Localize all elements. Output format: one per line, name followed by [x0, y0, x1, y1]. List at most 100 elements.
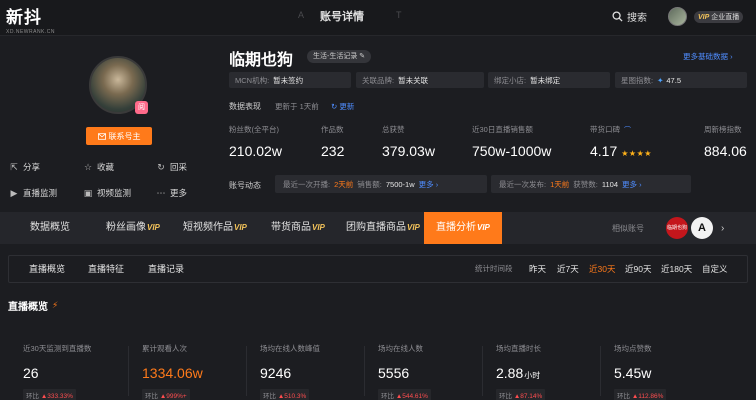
- search-button[interactable]: 搜索: [612, 9, 647, 24]
- tab-live-analysis[interactable]: 直播分析VIP: [424, 212, 502, 244]
- stat-works: 作品数 232: [321, 124, 344, 159]
- tab-label: 带货商品: [271, 222, 311, 233]
- stat-label: 带货口碑: [590, 125, 620, 134]
- subtab-live-records[interactable]: 直播记录: [148, 256, 184, 282]
- performance-label: 数据表现: [229, 102, 261, 111]
- user-avatar[interactable]: [668, 7, 687, 26]
- divider: [482, 346, 483, 396]
- stat-reputation: 带货口碑 ⌒ 4.17 ★★★★: [590, 124, 652, 159]
- overview-label: 累计观看人次: [142, 344, 187, 353]
- stat-value: 379.03w: [382, 143, 435, 159]
- overview-label: 场均在线人数峰值: [260, 344, 320, 353]
- more-basic-data-label: 更多基础数据: [683, 52, 728, 61]
- publish-prefix: 最近一次发布:: [499, 179, 547, 189]
- overview-value-text: 1334.06w: [142, 365, 203, 381]
- refresh-label: 更新: [339, 102, 355, 111]
- contact-owner-button[interactable]: 联系号主: [86, 127, 152, 145]
- tab-data-overview[interactable]: 数据概览: [30, 212, 70, 244]
- share-button[interactable]: ⇱ 分享: [9, 161, 40, 173]
- publish-more-link[interactable]: 更多 ›: [622, 179, 642, 190]
- mcn-value: 暂未签约: [273, 75, 304, 85]
- recollect-button[interactable]: ↻ 回采: [156, 161, 187, 173]
- chevron-right-icon[interactable]: ›: [721, 223, 724, 234]
- star-outline-icon: ☆: [83, 162, 93, 172]
- range-7-days[interactable]: 近7天: [557, 256, 579, 282]
- stat-live-sales: 近30日直播销售额 750w-1000w: [472, 124, 551, 159]
- video-monitor-button[interactable]: ▣ 视频监测: [83, 187, 131, 199]
- live-sales-value: 7500-1w: [385, 179, 415, 189]
- range-yesterday[interactable]: 昨天: [529, 256, 546, 282]
- avatar-tag: 阅: [135, 101, 148, 114]
- likes-value: 1104: [601, 179, 618, 189]
- range-30-days[interactable]: 近30天: [589, 256, 615, 282]
- more-basic-data-link[interactable]: 更多基础数据 ›: [683, 51, 733, 62]
- range-90-days[interactable]: 近90天: [625, 256, 651, 282]
- category-tag[interactable]: 生活-生活记录 ✎: [307, 50, 372, 63]
- brand-info: 关联品牌: 暂未关联: [356, 72, 484, 88]
- overview-value: 9246: [260, 365, 320, 381]
- stat-label: 粉丝数(全平台): [229, 125, 279, 134]
- shop-key: 绑定小店:: [494, 75, 527, 85]
- live-dynamics: 最近一次开播: 2天前 销售额: 7500-1w 更多 ›: [275, 175, 487, 193]
- overview-change: 环比 ▲999%+: [142, 389, 190, 400]
- overview-value: 1334.06w: [142, 365, 203, 381]
- range-custom[interactable]: 自定义: [702, 256, 728, 282]
- trend-icon[interactable]: ⌒: [624, 127, 631, 134]
- video-monitor-icon: ▣: [83, 188, 93, 198]
- logo[interactable]: 新抖 XD.NEWRANK.CN: [6, 3, 55, 35]
- stat-likes: 总获赞 379.03w: [382, 124, 435, 159]
- vip-mark: VIP: [234, 223, 247, 232]
- contact-owner-label: 联系号主: [108, 131, 141, 141]
- tab-group-buy[interactable]: 团购直播商品VIP: [346, 212, 420, 244]
- change-value: 999%+: [166, 393, 187, 400]
- overview-label: 场均在线人数: [378, 344, 423, 353]
- publish-dynamics: 最近一次发布: 1天前 获赞数: 1104 更多 ›: [491, 175, 691, 193]
- publish-time: 1天前: [550, 179, 570, 189]
- stat-label: 近30日直播销售额: [472, 125, 533, 134]
- page-title: 账号详情: [320, 11, 364, 23]
- subtab-live-overview[interactable]: 直播概览: [29, 256, 65, 282]
- logo-text: 新抖: [6, 8, 42, 27]
- tab-goods[interactable]: 带货商品VIP: [271, 212, 325, 244]
- refresh-button[interactable]: ↻ 更新: [331, 101, 354, 112]
- range-label: 统计时间段: [475, 264, 513, 273]
- xingtu-icon: ✦: [657, 75, 664, 85]
- divider: [600, 346, 601, 396]
- more-label: 更多: [170, 188, 188, 198]
- change-value: 112.86%: [638, 393, 664, 400]
- live-monitor-button[interactable]: ▶ 直播监测: [9, 187, 57, 199]
- tab-fans-portrait[interactable]: 粉丝画像VIP: [106, 212, 160, 244]
- overview-avg-duration: 场均直播时长 2.88小时 环比 ▲87.14%: [496, 343, 546, 400]
- stat-value: 750w-1000w: [472, 143, 552, 159]
- subtab-live-features[interactable]: 直播特征: [88, 256, 124, 282]
- mail-icon: [97, 132, 106, 140]
- live-sales-key: 销售额:: [357, 179, 382, 189]
- change-prefix: 环比: [145, 393, 158, 400]
- shop-info: 绑定小店: 暂未绑定: [488, 72, 610, 88]
- likes-key: 获赞数:: [573, 179, 598, 189]
- sub-tabs: 直播概览 直播特征 直播记录 统计时间段 昨天 近7天 近30天 近90天 近1…: [8, 255, 748, 283]
- tab-short-video[interactable]: 短视频作品VIP: [183, 212, 247, 244]
- stat-label: 周新榜指数: [704, 125, 742, 134]
- overview-avg-online: 场均在线人数 5556 环比 ▲544.61%: [378, 343, 431, 400]
- search-icon: [612, 11, 623, 22]
- live-more-link[interactable]: 更多 ›: [419, 179, 439, 190]
- overview-value-text: 2.88: [496, 365, 524, 381]
- similar-account-avatar[interactable]: 临期也狗: [666, 217, 688, 239]
- more-button[interactable]: ⋯ 更多: [156, 187, 188, 199]
- overview-change: 环比 ▲112.86%: [614, 389, 667, 400]
- more-icon: ⋯: [156, 188, 166, 198]
- overview-value: 5556: [378, 365, 423, 381]
- favorite-button[interactable]: ☆ 收藏: [83, 161, 114, 173]
- xingtu-value: 47.5: [666, 75, 681, 85]
- overview-value-text: 5.45w: [614, 365, 652, 381]
- publish-more-label: 更多: [622, 179, 637, 189]
- vip-badge[interactable]: VIP 企业直播: [694, 11, 744, 23]
- overview-label: 场均直播时长: [496, 344, 541, 353]
- similar-account-avatar[interactable]: A: [691, 217, 713, 239]
- range-180-days[interactable]: 近180天: [661, 256, 692, 282]
- overview-value-text: 5556: [378, 365, 410, 381]
- overview-peak-online: 场均在线人数峰值 9246 环比 ▲510.3%: [260, 343, 320, 400]
- share-label: 分享: [23, 162, 41, 172]
- main-tabs: 数据概览 粉丝画像VIP 短视频作品VIP 带货商品VIP 团购直播商品VIP …: [0, 212, 756, 244]
